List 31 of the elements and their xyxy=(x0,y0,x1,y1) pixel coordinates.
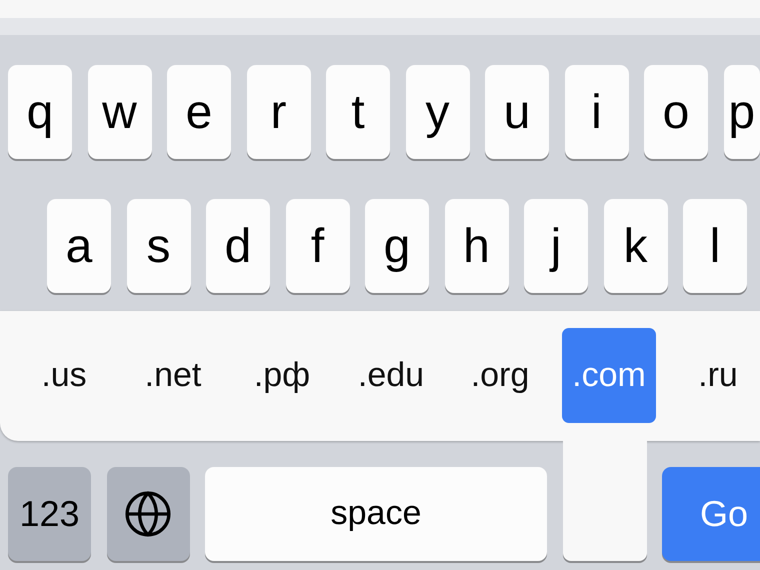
letter-key[interactable]: e xyxy=(167,65,231,159)
letter-key[interactable]: d xyxy=(206,199,270,293)
domain-option[interactable]: .ru xyxy=(671,328,760,424)
letter-key[interactable]: y xyxy=(406,65,470,159)
letter-key[interactable]: w xyxy=(88,65,152,159)
domain-option[interactable]: .edu xyxy=(344,328,438,424)
go-key[interactable]: Go xyxy=(662,466,760,560)
globe-icon xyxy=(123,488,173,538)
letter-key[interactable]: a xyxy=(47,199,111,293)
letter-key[interactable]: h xyxy=(444,199,508,293)
letter-key[interactable]: j xyxy=(524,199,588,293)
letter-key[interactable]: p xyxy=(724,65,760,159)
letter-key[interactable]: t xyxy=(326,65,390,159)
letter-key[interactable]: g xyxy=(365,199,429,293)
letter-key[interactable]: s xyxy=(126,199,190,293)
letter-key[interactable]: o xyxy=(644,65,708,159)
globe-key[interactable] xyxy=(106,466,190,560)
domain-option[interactable]: .org xyxy=(453,328,547,424)
letter-key[interactable]: k xyxy=(604,199,668,293)
domain-option[interactable]: .pф xyxy=(235,328,329,424)
domain-option[interactable]: .com xyxy=(562,328,656,424)
domain-option[interactable]: .net xyxy=(126,328,220,424)
letter-key[interactable]: i xyxy=(564,65,628,159)
letter-key[interactable]: q xyxy=(8,65,72,159)
letter-key[interactable]: r xyxy=(246,65,310,159)
domain-option[interactable]: .us xyxy=(17,328,111,424)
letter-key[interactable]: f xyxy=(286,199,350,293)
numbers-key[interactable]: 123 xyxy=(8,466,91,560)
letter-key[interactable]: l xyxy=(683,199,747,293)
letter-key[interactable]: u xyxy=(485,65,549,159)
space-key[interactable]: space xyxy=(205,466,547,560)
